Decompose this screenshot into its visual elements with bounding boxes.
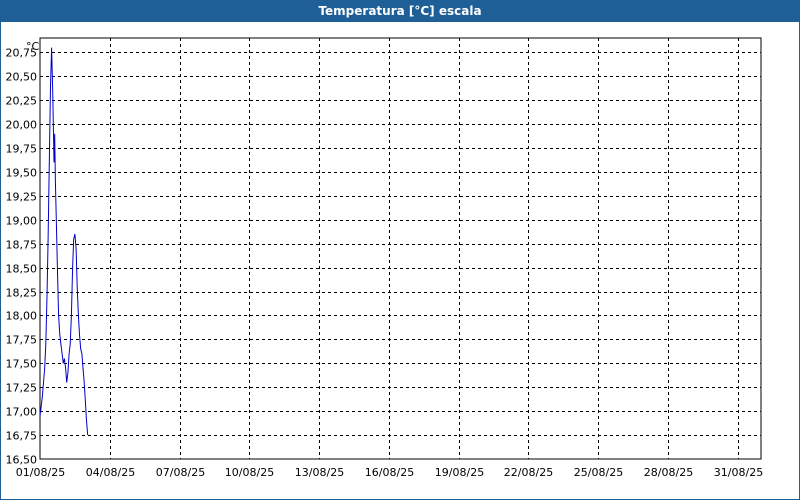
y-tick-label: 17,75 <box>6 334 38 347</box>
y-tick-label: 19,00 <box>6 215 38 228</box>
y-tick-label: 16,75 <box>6 430 38 443</box>
y-tick-label: 19,50 <box>6 167 38 180</box>
y-tick-label: 17,50 <box>6 358 38 371</box>
x-tick-label: 19/08/25 <box>435 466 484 479</box>
y-tick-label: 18,25 <box>6 287 38 300</box>
plot-frame <box>39 37 762 460</box>
y-tick-label: 16,50 <box>6 454 38 467</box>
y-tick-label: 17,00 <box>6 406 38 419</box>
y-tick-label: 20,00 <box>6 119 38 132</box>
y-tick-label: 19,75 <box>6 143 38 156</box>
grid-lines <box>40 38 761 459</box>
x-tick-label: 16/08/25 <box>365 466 414 479</box>
x-tick-label: 25/08/25 <box>574 466 623 479</box>
x-tick-label: 28/08/25 <box>644 466 693 479</box>
y-tick-label: 19,25 <box>6 191 38 204</box>
y-tick-label: 18,75 <box>6 239 38 252</box>
y-axis-ticks: 16,50 16,75 17,00 17,25 17,50 17,75 18,00 18,25… <box>6 47 38 467</box>
x-tick-label: 01/08/25 <box>16 466 65 479</box>
y-tick-label: 18,50 <box>6 263 38 276</box>
x-axis-ticks: 01/08/25 04/08/25 07/08/25 10/08/25 13/08/25… <box>16 466 763 479</box>
chart-title: Temperatura [°C] escala <box>318 4 482 18</box>
x-tick-label: 04/08/25 <box>86 466 135 479</box>
series-group <box>39 47 89 436</box>
x-tick-label: 31/08/25 <box>714 466 763 479</box>
x-tick-label: 07/08/25 <box>156 466 205 479</box>
y-tick-label: 17,25 <box>6 382 38 395</box>
temperature-chart: °C 16,5016,7517,0017,2517,5017,7518,0018… <box>6 37 763 479</box>
x-tick-label: 13/08/25 <box>295 466 344 479</box>
series-line-temperature <box>39 47 89 436</box>
chart-area: °C 16,50 16,75 17,00 17,25 17,50 17,75 18,00 18… <box>0 22 800 500</box>
y-tick-label: 18,00 <box>6 310 38 323</box>
y-tick-label: 20,75 <box>6 47 38 60</box>
y-tick-label: 20,25 <box>6 95 38 108</box>
x-tick-label: 10/08/25 <box>225 466 274 479</box>
chart-title-bar: Temperatura [°C] escala <box>0 0 800 22</box>
x-tick-label: 22/08/25 <box>504 466 553 479</box>
y-tick-label: 20,50 <box>6 71 38 84</box>
